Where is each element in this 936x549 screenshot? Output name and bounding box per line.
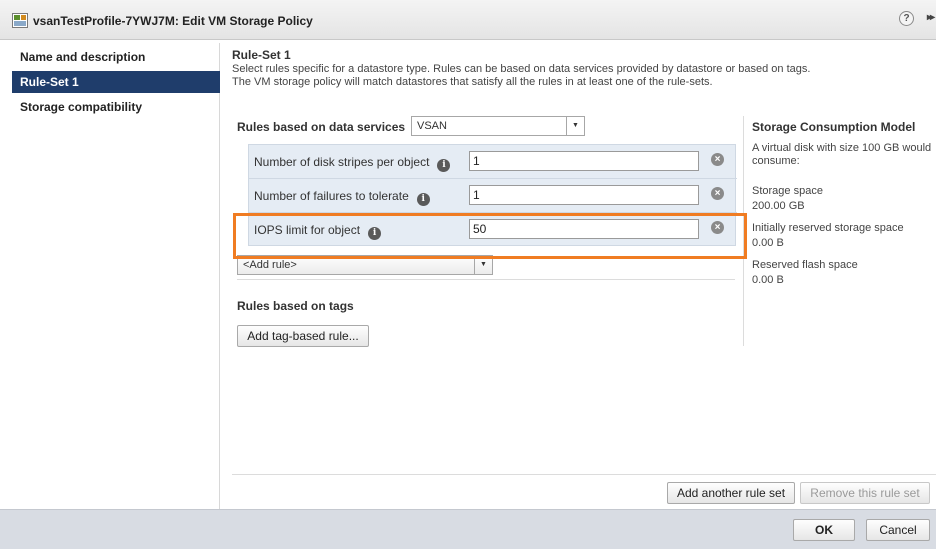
remove-rule-icon[interactable]: × [711, 153, 724, 166]
consumption-title: Storage Consumption Model [752, 120, 916, 134]
main-footer-divider [232, 474, 936, 475]
window-title: vsanTestProfile-7YWJ7M: Edit VM Storage … [33, 14, 313, 28]
info-icon[interactable]: i [437, 159, 451, 172]
expand-icon[interactable]: ▸▸ [927, 12, 935, 23]
add-rule-set-button[interactable]: Add another rule set [667, 482, 795, 504]
datastore-type-value: VSAN [417, 120, 447, 132]
remove-rule-icon[interactable]: × [711, 187, 724, 200]
page-title: Rule-Set 1 [232, 48, 291, 62]
sidebar-item-storage-compatibility[interactable]: Storage compatibility [12, 96, 220, 118]
help-icon[interactable]: ? [899, 11, 914, 26]
add-tag-based-rule-button[interactable]: Add tag-based rule... [237, 325, 369, 347]
title-bar: vsanTestProfile-7YWJ7M: Edit VM Storage … [0, 0, 936, 40]
rule-label: Number of disk stripes per object i [254, 155, 451, 172]
datastore-type-select[interactable]: VSAN ▼ [411, 116, 585, 136]
rule-row: Number of failures to tolerate i 1 × [249, 179, 737, 213]
storage-policy-icon [12, 13, 28, 28]
dialog-footer: OK Cancel [0, 509, 936, 549]
reserved-space-value: 0.00 B [752, 237, 784, 249]
storage-space-label: Storage space [752, 185, 823, 197]
description-line-2: The VM storage policy will match datasto… [232, 76, 713, 88]
page-description: Select rules specific for a datastore ty… [232, 63, 922, 89]
rule-label: Number of failures to tolerate i [254, 189, 430, 206]
reserved-space-label: Initially reserved storage space [752, 222, 904, 234]
wizard-sidebar: Name and description Rule-Set 1 Storage … [12, 43, 220, 509]
cancel-button[interactable]: Cancel [866, 519, 930, 541]
disk-stripes-input[interactable]: 1 [469, 151, 699, 171]
data-services-label: Rules based on data services [237, 120, 406, 134]
remove-rule-set-button: Remove this rule set [800, 482, 930, 504]
info-icon[interactable]: i [416, 193, 430, 206]
rule-row: Number of disk stripes per object i 1 × [249, 145, 737, 179]
consumption-intro: A virtual disk with size 100 GB would co… [752, 142, 932, 167]
storage-consumption-panel: Storage Consumption Model A virtual disk… [743, 116, 933, 346]
failures-to-tolerate-input[interactable]: 1 [469, 185, 699, 205]
add-rule-value: <Add rule> [243, 259, 297, 271]
highlight-box [233, 213, 747, 259]
main-panel: Rule-Set 1 Select rules specific for a d… [220, 43, 936, 509]
flash-space-label: Reserved flash space [752, 259, 858, 271]
sidebar-item-name-and-description[interactable]: Name and description [12, 46, 220, 68]
section-divider [237, 279, 735, 280]
dropdown-arrow-icon[interactable]: ▼ [566, 117, 584, 135]
flash-space-value: 0.00 B [752, 274, 784, 286]
storage-space-value: 200.00 GB [752, 200, 805, 212]
sidebar-item-rule-set-1[interactable]: Rule-Set 1 [12, 71, 220, 93]
description-line-1: Select rules specific for a datastore ty… [232, 63, 811, 75]
tags-section-label: Rules based on tags [237, 299, 354, 313]
ok-button[interactable]: OK [793, 519, 855, 541]
